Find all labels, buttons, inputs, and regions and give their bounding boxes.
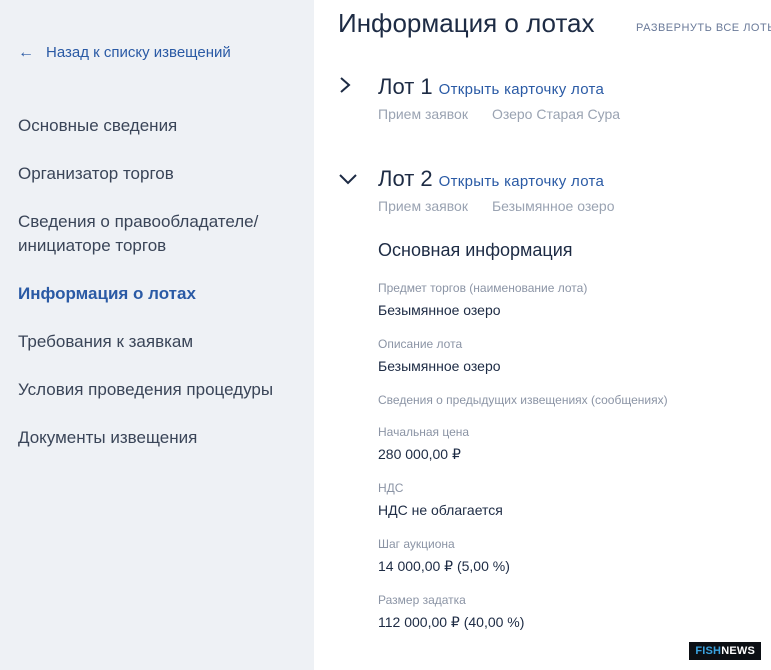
arrow-left-icon: ← (18, 43, 34, 61)
field-label: Предмет торгов (наименование лота) (378, 281, 588, 295)
field-value: Безымянное озеро (378, 302, 501, 318)
back-to-notices-link[interactable]: ← Назад к списку извещений (18, 44, 231, 61)
lot-title: Лот 2 (378, 166, 433, 191)
nav-item-notice-documents[interactable]: Документы извещения (18, 426, 298, 450)
field-label: Начальная цена (378, 425, 470, 439)
back-link-label: Назад к списку извещений (46, 44, 231, 61)
open-lot-card-link[interactable]: Открыть карточку лота (439, 81, 605, 98)
field-value: НДС не облагается (378, 502, 503, 518)
main-content: Информация о лотах РАЗВЕРНУТЬ ВСЕ ЛОТЫ Л… (314, 0, 771, 670)
watermark-news: NEWS (721, 645, 755, 657)
field-value: 14 000,00 ₽ (5,00 %) (378, 558, 510, 574)
field-label: Шаг аукциона (378, 537, 455, 551)
section-nav: Основные сведения Организатор торгов Све… (18, 114, 298, 474)
fishnews-watermark: FISH NEWS (689, 642, 761, 660)
lot-meta: Прием заявок Безымянное озеро (378, 198, 614, 214)
lot-name: Безымянное озеро (491, 198, 615, 214)
nav-item-procedure-conditions[interactable]: Условия проведения процедуры (18, 378, 298, 402)
chevron-down-icon[interactable] (338, 172, 378, 186)
lot-title: Лот 1 (378, 74, 433, 99)
open-lot-card-link[interactable]: Открыть карточку лота (439, 173, 605, 190)
lot-status: Прием заявок (378, 106, 468, 122)
field-label: Описание лота (378, 337, 463, 351)
lot-name: Озеро Старая Сура (491, 106, 621, 122)
nav-item-lots-info[interactable]: Информация о лотах (18, 282, 298, 306)
nav-item-organizer[interactable]: Организатор торгов (18, 162, 298, 186)
nav-item-rights-holder[interactable]: Сведения о правообладателе/ инициаторе т… (18, 210, 298, 258)
nav-item-basic-info[interactable]: Основные сведения (18, 114, 298, 138)
lot-status: Прием заявок (378, 198, 468, 214)
lot-header: Лот 2 Открыть карточку лота (338, 166, 604, 192)
field-label: НДС (378, 481, 404, 495)
field-value: Безымянное озеро (378, 358, 501, 374)
page-title: Информация о лотах (338, 8, 595, 38)
field-label: Сведения о предыдущих извещениях (сообще… (378, 393, 668, 407)
section-title: Основная информация (378, 240, 573, 260)
sidebar: ← Назад к списку извещений Основные свед… (0, 0, 314, 670)
lot-header: Лот 1 Открыть карточку лота (338, 74, 604, 100)
expand-all-lots-button[interactable]: РАЗВЕРНУТЬ ВСЕ ЛОТЫ (636, 22, 771, 34)
lot-meta: Прием заявок Озеро Старая Сура (378, 106, 620, 122)
chevron-right-icon[interactable] (338, 76, 378, 94)
field-label: Размер задатка (378, 593, 466, 607)
watermark-fish: FISH (695, 645, 722, 657)
nav-item-application-requirements[interactable]: Требования к заявкам (18, 330, 298, 354)
field-value: 280 000,00 ₽ (378, 446, 461, 462)
field-value: 112 000,00 ₽ (40,00 %) (378, 614, 525, 630)
